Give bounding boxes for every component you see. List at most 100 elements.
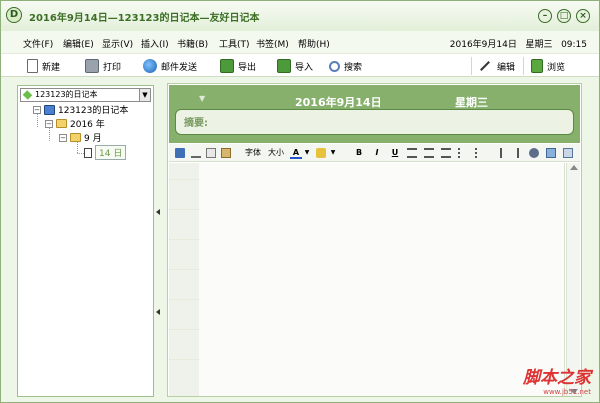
chevron-down-icon[interactable]: ▼ [199, 94, 205, 103]
italic-button[interactable]: I [371, 147, 383, 159]
mail-button[interactable]: 邮件发送 [143, 57, 197, 75]
tree-notebook-label: 123123的日记本 [58, 106, 129, 116]
new-label: 新建 [42, 62, 61, 73]
export-label: 导出 [238, 62, 257, 73]
tree-connector [77, 153, 84, 154]
menu-file[interactable]: 文件(F) [23, 37, 53, 50]
notebook-select[interactable]: 123123的日记本 ▼ [20, 88, 151, 102]
vertical-scrollbar[interactable] [566, 163, 580, 396]
summary-field[interactable]: 摘要: [175, 109, 574, 135]
menu-view[interactable]: 显示(V) [102, 37, 133, 50]
collapse-left-icon[interactable] [156, 209, 160, 215]
indent-increase-icon[interactable] [509, 148, 519, 158]
panel-splitter[interactable] [154, 77, 167, 397]
scroll-up-icon[interactable] [570, 165, 578, 170]
numbered-list-icon[interactable] [458, 148, 468, 158]
tree-month-label: 9 月 [84, 134, 102, 144]
editor-gutter-line [169, 239, 199, 240]
pen-icon [479, 59, 493, 73]
entry-weekday: 星期三 [455, 96, 488, 109]
menu-datetime: 2016年9月14日 星期三 09:15 [450, 37, 587, 50]
tree-day-label: 14 日 [95, 145, 127, 160]
new-button[interactable]: 新建 [27, 57, 60, 75]
summary-label: 摘要: [184, 118, 208, 129]
collapse-left-icon[interactable] [156, 309, 160, 315]
save-icon[interactable] [175, 148, 185, 158]
font-button[interactable]: 字体 [242, 147, 264, 159]
diary-entry-panel: ▼ 2016年9月14日 星期三 摘要: 字体 大小 A ▼ ▼ B I U [167, 83, 582, 397]
highlight-icon[interactable] [316, 148, 326, 158]
bullet-list-icon[interactable] [475, 148, 485, 158]
mail-label: 邮件发送 [161, 62, 198, 73]
print-label: 打印 [103, 62, 122, 73]
menu-tools[interactable]: 工具(T) [219, 37, 250, 50]
insert-object-icon[interactable] [563, 148, 573, 158]
editor-gutter-line [169, 299, 199, 300]
browse-button[interactable]: 浏览 [531, 57, 565, 75]
close-icon[interactable]: × [576, 9, 590, 23]
export-button[interactable]: 导出 [220, 57, 256, 75]
export-icon [220, 59, 234, 73]
cut-icon[interactable] [191, 148, 201, 158]
folder-icon [56, 119, 67, 128]
import-button[interactable]: 导入 [277, 57, 313, 75]
menu-books[interactable]: 书籍(B) [177, 37, 208, 50]
diary-text-editor[interactable] [169, 163, 565, 396]
edit-button[interactable]: 编辑 [479, 57, 515, 75]
menu-bookmarks[interactable]: 书签(M) [256, 37, 289, 50]
printer-icon [85, 59, 99, 73]
editor-gutter-line [169, 359, 199, 360]
align-left-icon[interactable] [407, 148, 417, 158]
notebook-gem-icon [22, 90, 33, 100]
insert-image-icon[interactable] [529, 148, 539, 158]
maximize-icon[interactable]: □ [557, 9, 571, 23]
menu-insert[interactable]: 插入(I) [141, 37, 169, 50]
edit-label: 编辑 [497, 62, 516, 73]
collapse-icon[interactable]: − [45, 119, 53, 128]
watermark: 脚本之家 www.jb51.net [523, 363, 591, 396]
print-button[interactable]: 打印 [85, 57, 121, 75]
selected-notebook: 123123的日记本 [35, 90, 98, 99]
editor-gutter-line [169, 179, 199, 180]
tree-item-month[interactable]: − 9 月 [59, 131, 102, 144]
chevron-down-icon[interactable]: ▼ [329, 147, 337, 159]
chevron-down-icon[interactable]: ▼ [139, 89, 150, 101]
copy-icon[interactable] [206, 148, 216, 158]
collapse-icon[interactable]: − [59, 133, 67, 142]
indent-decrease-icon[interactable] [492, 148, 502, 158]
size-button[interactable]: 大小 [265, 147, 287, 159]
chevron-down-icon[interactable]: ▼ [303, 147, 311, 159]
tree-item-year[interactable]: − 2016 年 [45, 117, 105, 130]
current-weekday: 星期三 [525, 40, 553, 50]
align-right-icon[interactable] [441, 148, 451, 158]
tree-item-notebook[interactable]: − 123123的日记本 [33, 103, 128, 116]
underline-button[interactable]: U [389, 147, 401, 159]
insert-table-icon[interactable] [546, 148, 556, 158]
entry-date: 2016年9月14日 [295, 96, 382, 109]
watermark-logo: 脚本之家 [523, 368, 591, 388]
font-color-button[interactable]: A [290, 147, 302, 159]
format-toolbar: 字体 大小 A ▼ ▼ B I U [169, 144, 580, 162]
notebook-tree-panel: 123123的日记本 ▼ − 123123的日记本 − 2016 年 − 9 月… [17, 85, 154, 397]
tree-year-label: 2016 年 [70, 120, 105, 130]
editor-gutter-line [169, 269, 199, 270]
paste-icon[interactable] [221, 148, 231, 158]
search-button[interactable]: 搜索 [329, 57, 362, 75]
title-bar: D 2016年9月14日—123123的日记本—友好日记本 – □ × [1, 1, 599, 31]
current-date: 2016年9月14日 [449, 40, 517, 50]
menu-bar: 文件(F) 编辑(E) 显示(V) 插入(I) 书籍(B) 工具(T) 书签(M… [1, 31, 599, 53]
editor-gutter-line [169, 329, 199, 330]
bold-button[interactable]: B [353, 147, 365, 159]
collapse-icon[interactable]: − [33, 105, 41, 114]
menu-help[interactable]: 帮助(H) [298, 37, 330, 50]
menu-edit[interactable]: 编辑(E) [63, 37, 94, 50]
minimize-icon[interactable]: – [538, 9, 552, 23]
align-center-icon[interactable] [424, 148, 434, 158]
toolbar-divider [471, 57, 472, 75]
document-icon [84, 147, 92, 158]
tree-item-day[interactable]: 14 日 [84, 145, 127, 160]
book-icon [531, 59, 543, 73]
current-time: 09:15 [561, 40, 587, 50]
browse-label: 浏览 [547, 62, 566, 73]
notebook-icon [44, 104, 55, 115]
